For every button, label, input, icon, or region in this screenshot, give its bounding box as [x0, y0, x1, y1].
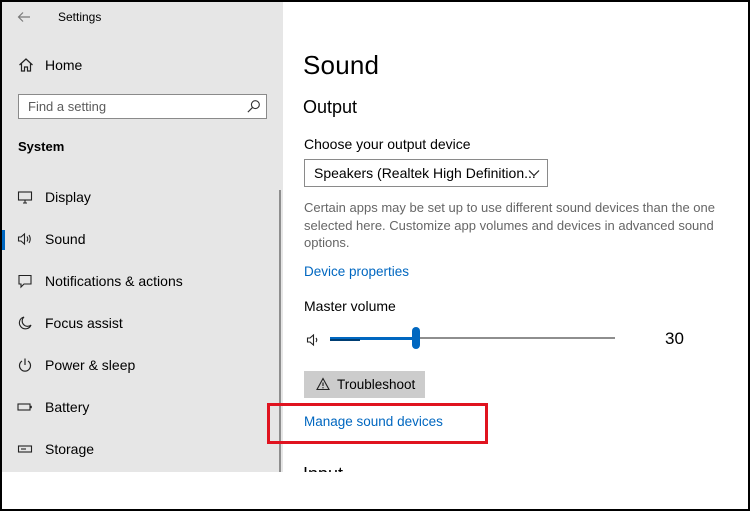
output-heading: Output [303, 97, 358, 117]
sidebar-item-focus-assist[interactable]: Focus assist [2, 312, 280, 336]
chevron-down-icon [528, 170, 540, 177]
section-title: System [18, 139, 65, 154]
output-device-value: Speakers (Realtek High Definition... [314, 165, 536, 181]
sidebar-item-notifications[interactable]: Notifications & actions [2, 270, 280, 294]
sidebar-item-battery[interactable]: Battery [2, 396, 280, 420]
window-title: Settings [58, 10, 102, 24]
sidebar-item-label: Focus assist [45, 315, 123, 331]
output-device-label: Choose your output device [304, 136, 471, 152]
settings-window: Settings Home Find a setting System Disp… [2, 2, 748, 472]
battery-icon [17, 403, 32, 411]
sidebar-item-label: Battery [45, 399, 90, 415]
selection-indicator [2, 230, 5, 250]
main-content: Sound Output Choose your output device S… [283, 2, 748, 472]
sidebar-item-sound[interactable]: Sound [2, 228, 280, 252]
input-heading: Input [303, 464, 343, 472]
sidebar: Settings Home Find a setting System Disp… [2, 2, 283, 472]
volume-slider-fill-shadow [330, 339, 360, 341]
sidebar-item-label: Notifications & actions [45, 273, 183, 289]
master-volume-label: Master volume [304, 298, 396, 314]
volume-icon[interactable] [306, 332, 322, 348]
volume-value: 30 [665, 329, 684, 348]
page-title: Sound [303, 50, 380, 80]
home-label: Home [45, 57, 83, 73]
troubleshoot-label: Troubleshoot [337, 377, 416, 392]
sidebar-item-power-sleep[interactable]: Power & sleep [2, 354, 280, 378]
sidebar-item-label: Power & sleep [45, 357, 136, 373]
device-properties-link[interactable]: Device properties [304, 264, 409, 279]
warning-icon [316, 377, 330, 391]
screenshot-frame: Settings Home Find a setting System Disp… [0, 0, 750, 511]
sidebar-item-label: Display [45, 189, 91, 205]
moon-icon [18, 316, 32, 330]
storage-icon [17, 445, 33, 453]
notification-icon [18, 274, 32, 289]
monitor-icon [17, 191, 33, 204]
sidebar-item-storage[interactable]: Storage [2, 438, 280, 462]
output-device-dropdown[interactable]: Speakers (Realtek High Definition... [304, 159, 548, 187]
search-placeholder: Find a setting [28, 99, 107, 114]
home-nav[interactable]: Home [16, 56, 266, 76]
search-icon[interactable] [246, 99, 261, 114]
annotation-highlight-box [267, 403, 488, 444]
speaker-icon [17, 232, 31, 246]
sidebar-item-display[interactable]: Display [2, 186, 280, 210]
home-icon [19, 58, 33, 72]
sidebar-item-label: Storage [45, 441, 95, 457]
sidebar-item-label: Sound [45, 231, 86, 247]
power-icon [18, 358, 32, 372]
volume-slider-thumb[interactable] [411, 327, 420, 349]
output-description: Certain apps may be set up to use differ… [304, 200, 715, 250]
search-input[interactable]: Find a setting [18, 94, 267, 119]
title-bar: Settings [2, 2, 283, 32]
troubleshoot-button[interactable]: Troubleshoot [304, 371, 425, 398]
back-arrow-icon[interactable] [16, 9, 32, 25]
